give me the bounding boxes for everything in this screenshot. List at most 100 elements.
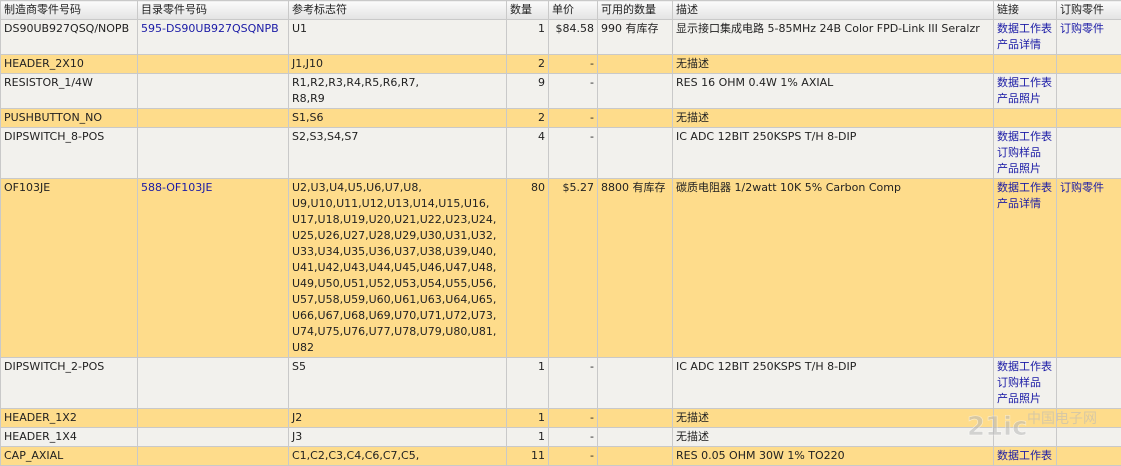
table-row: RESISTOR_1/4WR1,R2,R3,R4,R5,R6,R7,R8,R99… [1, 74, 1121, 109]
reference-line: U9,U10,U11,U12,U13,U14,U15,U16, [292, 196, 503, 212]
reference-line: U41,U42,U43,U44,U45,U46,U47,U48, [292, 260, 503, 276]
mfr-part-cell: RESISTOR_1/4W [1, 74, 138, 109]
links-cell [994, 409, 1057, 428]
catalog-part-cell: 595-DS90UB927QSQNPB [138, 20, 289, 55]
order-part-link[interactable]: 订购零件 [1060, 21, 1118, 37]
description-cell: 无描述 [673, 409, 994, 428]
catalog-part-cell [138, 74, 289, 109]
unit-price-cell: - [549, 447, 598, 466]
links-cell: 数据工作表产品照片 [994, 74, 1057, 109]
table-row: CAP_AXIALC1,C2,C3,C4,C6,C7,C5,11-RES 0.0… [1, 447, 1121, 466]
table-row: HEADER_1X4J31-无描述 [1, 428, 1121, 447]
availability-cell [598, 109, 673, 128]
col-header-links[interactable]: 链接 [994, 1, 1057, 20]
resource-link[interactable]: 产品照片 [997, 161, 1053, 177]
reference-cell: C1,C2,C3,C4,C6,C7,C5, [289, 447, 507, 466]
mfr-part-cell: CAP_AXIAL [1, 447, 138, 466]
availability-cell: 990 有库存 [598, 20, 673, 55]
mfr-part-cell: OF103JE [1, 179, 138, 358]
catalog-part-link[interactable]: 588-OF103JE [141, 180, 285, 196]
table-row: OF103JE588-OF103JEU2,U3,U4,U5,U6,U7,U8,U… [1, 179, 1121, 358]
col-header-availability[interactable]: 可用的数量 [598, 1, 673, 20]
reference-line: S1,S6 [292, 110, 503, 126]
table-row: DIPSWITCH_2-POS S51- IC ADC 12BIT 250KSPS … [1, 358, 1121, 409]
resource-link[interactable]: 订购样品 [997, 145, 1053, 161]
reference-cell: S1,S6 [289, 109, 507, 128]
table-row: HEADER_1X2J21-无描述 [1, 409, 1121, 428]
col-header-reference[interactable]: 参考标志符 [289, 1, 507, 20]
availability-cell [598, 447, 673, 466]
description-cell: RES 0.05 OHM 30W 1% TO220 [673, 447, 994, 466]
order-part-link[interactable]: 订购零件 [1060, 180, 1118, 196]
description-cell: IC ADC 12BIT 250KSPS T/H 8-DIP [673, 358, 994, 409]
resource-link[interactable]: 数据工作表 [997, 75, 1053, 91]
availability-cell [598, 55, 673, 74]
resource-link[interactable]: 订购样品 [997, 375, 1053, 391]
availability-cell: 8800 有库存 [598, 179, 673, 358]
mfr-part-cell: DIPSWITCH_8-POS [1, 128, 138, 179]
col-header-unit-price[interactable]: 单价 [549, 1, 598, 20]
table-row: HEADER_2X10J1,J102-无描述 [1, 55, 1121, 74]
header-row: 制造商零件号码 目录零件号码 参考标志符 数量 单价 可用的数量 描述 链接 订… [1, 1, 1121, 20]
col-header-order[interactable]: 订购零件 [1057, 1, 1121, 20]
reference-line: S5 [292, 359, 503, 375]
catalog-part-cell [138, 128, 289, 179]
availability-cell [598, 128, 673, 179]
links-cell: 数据工作表产品详情 [994, 179, 1057, 358]
reference-line: S2,S3,S4,S7 [292, 129, 503, 145]
order-cell [1057, 74, 1121, 109]
mfr-part-cell: DIPSWITCH_2-POS [1, 358, 138, 409]
unit-price-cell: $84.58 [549, 20, 598, 55]
catalog-part-link[interactable]: 595-DS90UB927QSQNPB [141, 21, 285, 37]
order-cell: 订购零件 [1057, 20, 1121, 55]
resource-link[interactable]: 产品照片 [997, 391, 1053, 407]
col-header-qty[interactable]: 数量 [507, 1, 549, 20]
links-cell [994, 55, 1057, 74]
qty-cell: 4 [507, 128, 549, 179]
links-cell: 数据工作表 [994, 447, 1057, 466]
links-cell: 数据工作表产品详情 [994, 20, 1057, 55]
table-row: DS90UB927QSQ/NOPB595-DS90UB927QSQNPB U11$… [1, 20, 1121, 55]
order-cell [1057, 109, 1121, 128]
reference-cell: J3 [289, 428, 507, 447]
reference-cell: S5 [289, 358, 507, 409]
qty-cell: 1 [507, 409, 549, 428]
reference-line: U49,U50,U51,U52,U53,U54,U55,U56, [292, 276, 503, 292]
qty-cell: 1 [507, 358, 549, 409]
unit-price-cell: $5.27 [549, 179, 598, 358]
description-cell: 无描述 [673, 55, 994, 74]
description-cell: 无描述 [673, 109, 994, 128]
resource-link[interactable]: 产品详情 [997, 37, 1053, 53]
links-cell [994, 109, 1057, 128]
reference-line: U1 [292, 21, 503, 37]
reference-cell: U2,U3,U4,U5,U6,U7,U8,U9,U10,U11,U12,U13,… [289, 179, 507, 358]
mfr-part-cell: DS90UB927QSQ/NOPB [1, 20, 138, 55]
resource-link[interactable]: 数据工作表 [997, 21, 1053, 37]
reference-line: R8,R9 [292, 91, 503, 107]
description-cell: 显示接口集成电路 5-85MHz 24B Color FPD-Link III … [673, 20, 994, 55]
col-header-mfr-part[interactable]: 制造商零件号码 [1, 1, 138, 20]
col-header-catalog-part[interactable]: 目录零件号码 [138, 1, 289, 20]
resource-link[interactable]: 产品照片 [997, 91, 1053, 107]
mfr-part-cell: HEADER_2X10 [1, 55, 138, 74]
catalog-part-cell: 588-OF103JE [138, 179, 289, 358]
unit-price-cell: - [549, 109, 598, 128]
qty-cell: 1 [507, 20, 549, 55]
reference-line: U17,U18,U19,U20,U21,U22,U23,U24, [292, 212, 503, 228]
resource-link[interactable]: 数据工作表 [997, 359, 1053, 375]
bom-table: 制造商零件号码 目录零件号码 参考标志符 数量 单价 可用的数量 描述 链接 订… [0, 0, 1121, 466]
col-header-description[interactable]: 描述 [673, 1, 994, 20]
resource-link[interactable]: 数据工作表 [997, 448, 1053, 464]
availability-cell [598, 428, 673, 447]
reference-cell: R1,R2,R3,R4,R5,R6,R7,R8,R9 [289, 74, 507, 109]
links-cell: 数据工作表订购样品产品照片 [994, 358, 1057, 409]
resource-link[interactable]: 产品详情 [997, 196, 1053, 212]
reference-line: U2,U3,U4,U5,U6,U7,U8, [292, 180, 503, 196]
resource-link[interactable]: 数据工作表 [997, 180, 1053, 196]
unit-price-cell: - [549, 358, 598, 409]
reference-line: R1,R2,R3,R4,R5,R6,R7, [292, 75, 503, 91]
resource-link[interactable]: 数据工作表 [997, 129, 1053, 145]
reference-line: U66,U67,U68,U69,U70,U71,U72,U73, [292, 308, 503, 324]
unit-price-cell: - [549, 128, 598, 179]
description-cell: 碳质电阻器 1/2watt 10K 5% Carbon Comp [673, 179, 994, 358]
